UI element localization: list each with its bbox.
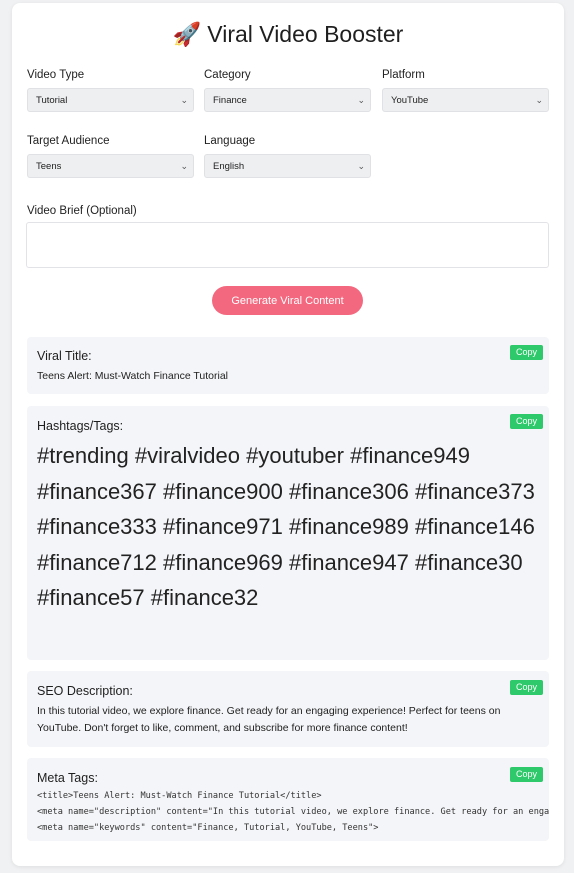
video-brief-label: Video Brief (Optional) bbox=[27, 205, 137, 217]
generate-button[interactable]: Generate Viral Content bbox=[212, 286, 363, 315]
chevron-down-icon: ⌄ bbox=[180, 94, 188, 105]
page-title-text: Viral Video Booster bbox=[207, 21, 404, 47]
seo-description-text: In this tutorial video, we explore finan… bbox=[37, 705, 501, 734]
hashtags-text: #trending #viralvideo #youtuber #finance… bbox=[37, 443, 535, 610]
video-type-value: Tutorial bbox=[36, 94, 68, 106]
platform-label: Platform bbox=[382, 69, 425, 81]
hashtags-panel: Hashtags/Tags: Copy #trending #viralvide… bbox=[27, 406, 549, 660]
meta-tags-panel: Meta Tags: Copy <title>Teens Alert: Must… bbox=[27, 758, 549, 841]
meta-tag-line: <meta name="description" content="In thi… bbox=[37, 806, 549, 817]
language-select[interactable]: English ⌄ bbox=[204, 154, 371, 178]
viral-title-text: Teens Alert: Must-Watch Finance Tutorial bbox=[37, 370, 229, 382]
chevron-down-icon: ⌄ bbox=[357, 160, 365, 171]
page-title: 🚀 Viral Video Booster bbox=[12, 21, 564, 48]
copy-meta-button[interactable]: Copy bbox=[509, 767, 543, 782]
seo-description-panel: SEO Description: Copy In this tutorial v… bbox=[27, 671, 549, 747]
copy-title-button[interactable]: Copy bbox=[509, 345, 543, 360]
category-label: Category bbox=[204, 69, 251, 81]
viral-title-panel: Viral Title: Copy Teens Alert: Must-Watc… bbox=[27, 337, 549, 394]
platform-select[interactable]: YouTube ⌄ bbox=[382, 88, 549, 112]
language-label: Language bbox=[204, 135, 256, 147]
target-audience-field: Target Audience Teens ⌄ bbox=[27, 135, 194, 178]
category-select[interactable]: Finance ⌄ bbox=[204, 88, 371, 112]
platform-field: Platform YouTube ⌄ bbox=[382, 69, 549, 112]
meta-tags-code: <title>Teens Alert: Must-Watch Finance T… bbox=[37, 789, 549, 836]
viral-title-heading: Viral Title: bbox=[37, 349, 92, 363]
video-type-select[interactable]: Tutorial ⌄ bbox=[27, 88, 194, 112]
language-field: Language English ⌄ bbox=[204, 135, 371, 178]
meta-tag-line: <meta name="keywords" content="Finance, … bbox=[37, 822, 379, 833]
chevron-down-icon: ⌄ bbox=[535, 94, 543, 105]
video-type-label: Video Type bbox=[27, 69, 85, 81]
target-audience-label: Target Audience bbox=[27, 135, 110, 147]
chevron-down-icon: ⌄ bbox=[180, 160, 188, 171]
category-value: Finance bbox=[213, 94, 247, 106]
platform-value: YouTube bbox=[391, 94, 429, 106]
meta-tag-line: <title>Teens Alert: Must-Watch Finance T… bbox=[37, 791, 322, 801]
video-type-field: Video Type Tutorial ⌄ bbox=[27, 69, 194, 112]
copy-hashtags-button[interactable]: Copy bbox=[509, 414, 543, 429]
rocket-icon: 🚀 bbox=[172, 21, 202, 47]
seo-description-heading: SEO Description: bbox=[37, 684, 133, 698]
target-audience-select[interactable]: Teens ⌄ bbox=[27, 154, 194, 178]
video-brief-input[interactable] bbox=[26, 222, 549, 268]
category-field: Category Finance ⌄ bbox=[204, 69, 371, 112]
meta-tags-heading: Meta Tags: bbox=[37, 771, 98, 785]
hashtags-heading: Hashtags/Tags: bbox=[37, 419, 124, 433]
copy-seo-button[interactable]: Copy bbox=[509, 680, 543, 695]
target-audience-value: Teens bbox=[36, 160, 62, 172]
booster-card: 🚀 Viral Video Booster Video Type Tutorial… bbox=[12, 3, 564, 866]
chevron-down-icon: ⌄ bbox=[357, 94, 365, 105]
language-value: English bbox=[213, 160, 245, 172]
